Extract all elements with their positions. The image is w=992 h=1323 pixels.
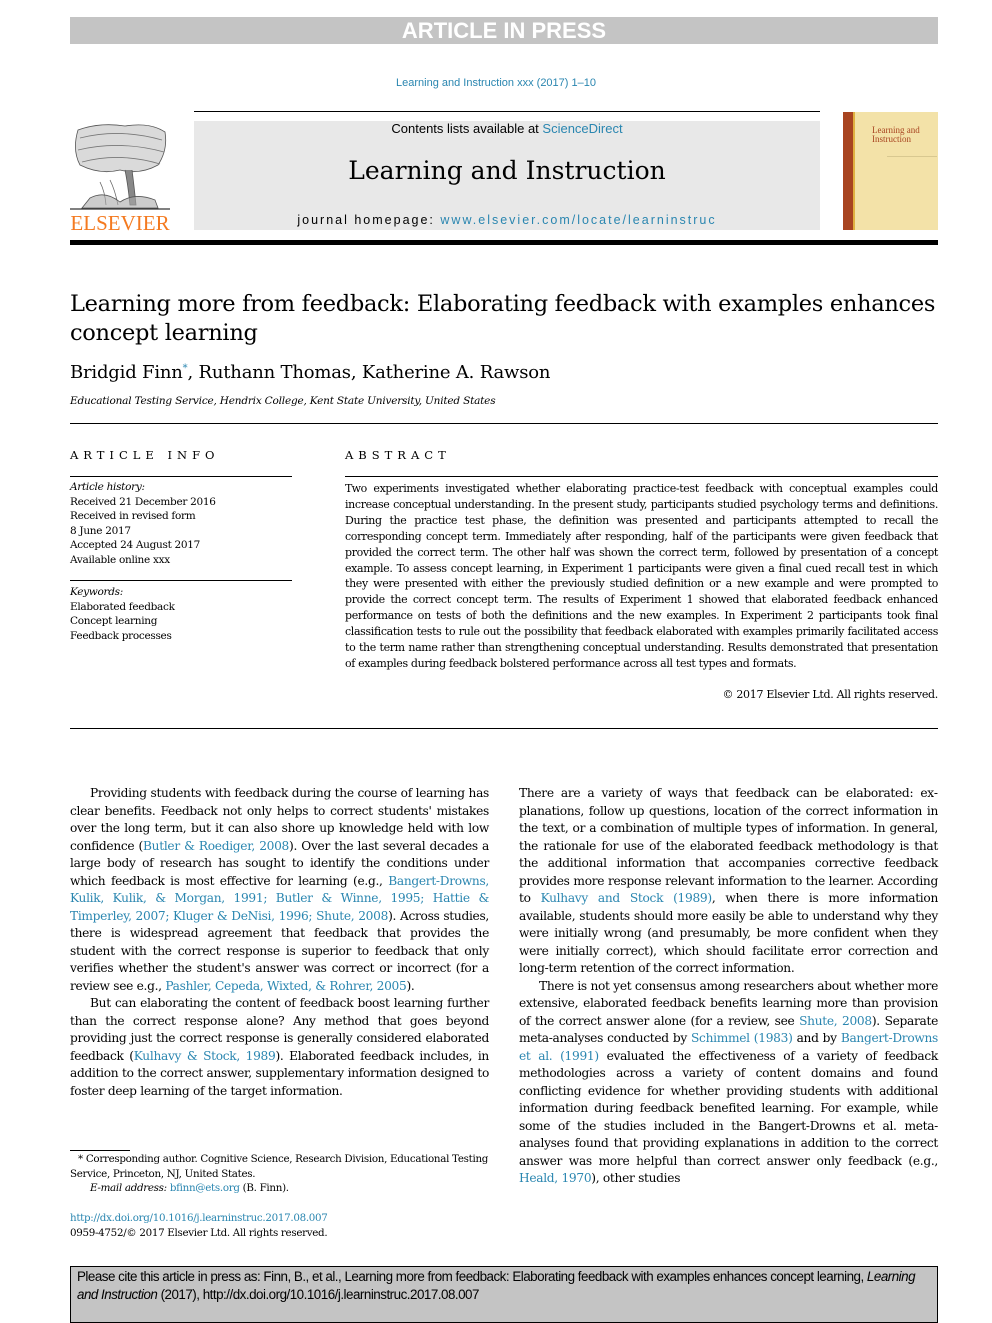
body-text: There are a variety of ways that feedbac… [519, 786, 938, 905]
affiliations: Educational Testing Service, Hendrix Col… [70, 395, 496, 407]
keyword-item: Feedback processes [70, 629, 172, 642]
footnote-text: Corresponding author. Cognitive Science,… [70, 1153, 489, 1180]
body-paragraph: There are a variety of ways that feedbac… [519, 785, 938, 978]
history-item: Accepted 24 August 2017 [70, 539, 201, 552]
article-history: Article history: Received 21 December 20… [70, 480, 216, 568]
body-paragraph: Providing students with feedback during … [70, 785, 489, 995]
article-in-press-banner: ARTICLE IN PRESS [70, 17, 938, 44]
author-separator: , [187, 362, 199, 383]
footnote-mark: * [78, 1153, 83, 1165]
citation-link[interactable]: Kulhavy and Stock (1989) [541, 891, 713, 905]
contents-prefix: Contents lists available at [391, 121, 543, 136]
history-label: Article history: [70, 481, 145, 493]
sciencedirect-link[interactable]: ScienceDirect [542, 121, 622, 136]
journal-reference-link[interactable]: Learning and Instruction xxx (2017) 1–10 [0, 77, 992, 89]
journal-homepage-link[interactable]: www.elsevier.com/locate/learninstruc [440, 213, 716, 227]
body-text: ). [406, 978, 415, 993]
masthead-top-rule [194, 111, 820, 112]
abstract-heading: ABSTRACT [345, 448, 451, 462]
history-item: Received 21 December 2016 [70, 495, 216, 508]
footnote-rule [70, 1150, 130, 1151]
keyword-item: Concept learning [70, 615, 158, 628]
email-label: E-mail address: [90, 1182, 167, 1195]
article-title: Learning more from feedback: Elaborating… [70, 291, 936, 346]
doi-link[interactable]: http://dx.doi.org/10.1016/j.learninstruc… [70, 1211, 328, 1226]
article-info-rule [70, 476, 292, 477]
issn-copyright: 0959-4752/© 2017 Elsevier Ltd. All right… [70, 1227, 328, 1239]
keywords-rule [70, 580, 292, 581]
elsevier-wordmark: ELSEVIER [70, 211, 170, 235]
author-name: Ruthann Thomas [198, 362, 351, 383]
body-text: and by [792, 1031, 841, 1045]
citation-link[interactable]: Kulhavy & Stock, 1989 [134, 1049, 276, 1063]
citation-link[interactable]: Shute, 2008 [799, 1014, 872, 1028]
body-column-right: There are a variety of ways that feedbac… [519, 785, 938, 1188]
history-item: Available online xxx [70, 553, 170, 566]
email-link[interactable]: bfinn@ets.org [170, 1182, 240, 1194]
author-list: Bridgid Finn*, Ruthann Thomas, Katherine… [70, 362, 550, 383]
citation-link[interactable]: Schimmel (1983) [691, 1031, 793, 1045]
cover-stripe [853, 112, 855, 230]
abstract-rule [345, 476, 938, 477]
body-paragraph: There is not yet consensus among researc… [519, 978, 938, 1188]
email-suffix: (B. Finn). [239, 1182, 289, 1195]
citation-prefix: Please cite this article in press as: Fi… [77, 1269, 867, 1284]
journal-homepage-line: journal homepage: www.elsevier.com/locat… [194, 213, 820, 227]
masthead-bottom-rule [70, 240, 938, 245]
keyword-item: Elaborated feedback [70, 600, 175, 613]
homepage-prefix: journal homepage: [297, 213, 441, 227]
keywords-label: Keywords: [70, 586, 123, 598]
citation-text: Please cite this article in press as: Fi… [77, 1268, 937, 1303]
body-column-left: Providing students with feedback during … [70, 785, 489, 1100]
body-text: evaluated the effectiveness of a variety… [519, 1048, 938, 1168]
history-item: Received in revised form [70, 510, 196, 523]
citation-link[interactable]: Heald, 1970 [519, 1171, 592, 1185]
body-text: ), other studies [591, 1171, 681, 1185]
doi-block: http://dx.doi.org/10.1016/j.learninstruc… [70, 1211, 328, 1241]
author-name: Katherine A. Rawson [361, 362, 551, 383]
history-item: 8 June 2017 [70, 524, 131, 537]
keywords: Keywords: Elaborated feedback Concept le… [70, 585, 175, 643]
journal-title: Learning and Instruction [348, 156, 666, 185]
abstract-text: Two experiments investigated whether ela… [345, 482, 938, 670]
article-info-heading: ARTICLE INFO [70, 448, 220, 462]
section-rule [70, 423, 938, 424]
abstract-bottom-rule [70, 728, 938, 729]
citation-suffix: (2017), http://dx.doi.org/10.1016/j.lear… [157, 1286, 480, 1302]
footnote: * Corresponding author. Cognitive Scienc… [70, 1152, 489, 1196]
body-paragraph: But can elaborating the content of feedb… [70, 995, 489, 1100]
author-separator: , [350, 362, 362, 383]
cover-spine [843, 112, 853, 230]
cover-title: Learning and Instruction [872, 126, 920, 144]
abstract-copyright: © 2017 Elsevier Ltd. All rights reserved… [722, 688, 938, 701]
cover-title-line2: Instruction [872, 134, 911, 144]
cover-rule [887, 156, 937, 157]
journal-cover-thumbnail[interactable]: Learning and Instruction [843, 112, 938, 230]
author-name: Bridgid Finn [70, 362, 183, 383]
citation-link[interactable]: Butler & Roediger, 2008 [143, 839, 289, 853]
contents-line: Contents lists available at ScienceDirec… [194, 121, 820, 136]
citation-link[interactable]: Pashler, Cepeda, Wixted, & Rohrer, 2005 [165, 979, 406, 993]
